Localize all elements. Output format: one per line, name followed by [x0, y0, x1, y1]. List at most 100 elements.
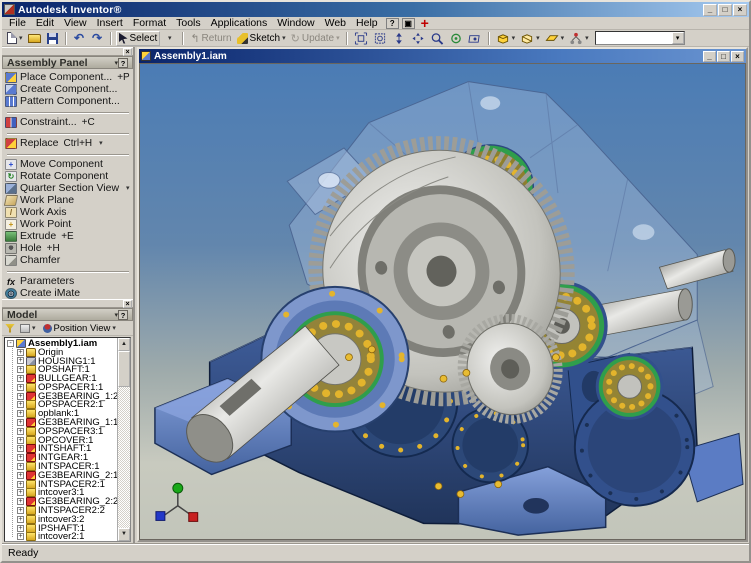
zoom-all-button[interactable]: [352, 31, 370, 46]
panel-item-dropdown-icon[interactable]: ▾: [126, 184, 130, 192]
tree-scrollbar[interactable]: ▲ ▼: [117, 338, 130, 541]
tree-expander-icon[interactable]: +: [17, 489, 24, 496]
assembly-panel-help-icon[interactable]: ?: [118, 58, 128, 68]
scrollbar-thumb[interactable]: [118, 351, 130, 387]
panel-item-extrude[interactable]: Extrude+E: [5, 230, 133, 242]
filter-icon[interactable]: [5, 324, 15, 333]
tree-expander-icon[interactable]: +: [17, 445, 24, 452]
menu-item-help[interactable]: Help: [351, 17, 383, 29]
position-view-button[interactable]: Position View▾: [41, 322, 118, 335]
tree-expander-icon[interactable]: +: [17, 516, 24, 523]
analysis-button[interactable]: ▾: [567, 31, 591, 46]
panel-item-quarter-section-view[interactable]: Quarter Section View▾: [5, 182, 133, 194]
close-button[interactable]: ×: [733, 4, 747, 16]
tree-expander-icon[interactable]: -: [7, 340, 14, 347]
panel-item-constraint[interactable]: Constraint...+C: [5, 116, 133, 128]
lower-right-bearing[interactable]: [596, 353, 664, 419]
doc-minimize-button[interactable]: _: [703, 51, 716, 62]
tree-expander-icon[interactable]: +: [17, 481, 24, 488]
collaboration-plus-icon[interactable]: +: [421, 18, 429, 29]
tree-expander-icon[interactable]: +: [17, 437, 24, 444]
return-button[interactable]: ↰Return: [188, 31, 233, 46]
window-panel-icon[interactable]: ▣: [402, 18, 415, 29]
select-button[interactable]: Select: [116, 31, 161, 46]
menu-item-web[interactable]: Web: [320, 17, 351, 29]
menu-item-applications[interactable]: Applications: [206, 17, 273, 29]
model-panel-close-icon[interactable]: ×: [123, 300, 132, 308]
panel-item-hole[interactable]: Hole+H: [5, 242, 133, 254]
tree-expander-icon[interactable]: +: [17, 463, 24, 470]
panel-item-dropdown-icon[interactable]: ▾: [99, 139, 103, 147]
tree-expander-icon[interactable]: +: [17, 525, 24, 532]
assembly-panel-close-icon[interactable]: ×: [123, 48, 132, 56]
panel-item-place-component[interactable]: Place Component...+P: [5, 71, 133, 83]
panel-item-create-imate[interactable]: ◎Create iMate: [5, 287, 133, 299]
browser-mode-button[interactable]: ▾: [18, 322, 38, 335]
tree-expander-icon[interactable]: +: [17, 533, 24, 540]
help-topics-icon[interactable]: ?: [386, 18, 399, 29]
scroll-up-icon[interactable]: ▲: [118, 338, 130, 351]
model-panel-grab-bar[interactable]: ×: [2, 299, 133, 308]
tree-expander-icon[interactable]: +: [17, 384, 24, 391]
maximize-button[interactable]: □: [718, 4, 732, 16]
redo-button[interactable]: ↷: [89, 31, 106, 46]
doc-close-button[interactable]: ×: [731, 51, 744, 62]
panel-item-work-axis[interactable]: /Work Axis: [5, 206, 133, 218]
tree-expander-icon[interactable]: +: [17, 375, 24, 382]
sketch-button[interactable]: Sketch▾: [235, 31, 288, 46]
menu-item-tools[interactable]: Tools: [171, 17, 206, 29]
look-at-button[interactable]: [466, 31, 484, 46]
rotate-view-button[interactable]: [447, 31, 465, 46]
panel-item-work-point[interactable]: +Work Point: [5, 218, 133, 230]
minimize-button[interactable]: _: [703, 4, 717, 16]
combo-dropdown-icon[interactable]: ▾: [672, 32, 684, 44]
shaded-display-button[interactable]: ▾: [494, 31, 518, 46]
panel-item-rotate-component[interactable]: ↻Rotate Component: [5, 170, 133, 182]
panel-item-create-component[interactable]: Create Component...: [5, 83, 133, 95]
menu-item-insert[interactable]: Insert: [92, 17, 128, 29]
3d-viewport[interactable]: [139, 63, 746, 540]
pan-button[interactable]: [409, 31, 427, 46]
panel-item-move-component[interactable]: +Move Component: [5, 158, 133, 170]
menu-item-window[interactable]: Window: [272, 17, 319, 29]
undo-button[interactable]: ↶: [71, 31, 88, 46]
tree-expander-icon[interactable]: +: [17, 498, 24, 505]
menu-item-view[interactable]: View: [59, 17, 92, 29]
open-file-button[interactable]: [26, 31, 43, 46]
menu-item-file[interactable]: File: [4, 17, 31, 29]
panel-item-work-plane[interactable]: Work Plane: [5, 194, 133, 206]
tree-expander-icon[interactable]: +: [17, 454, 24, 461]
update-button[interactable]: ↻Update▾: [289, 31, 342, 46]
tree-expander-icon[interactable]: +: [17, 349, 24, 356]
camera-view-button[interactable]: ▾: [543, 31, 567, 46]
assembly-panel-header[interactable]: Assembly Panel ▾ ?: [2, 56, 133, 69]
menu-item-format[interactable]: Format: [128, 17, 171, 29]
panel-item-replace[interactable]: ReplaceCtrl+H▾: [5, 137, 133, 149]
tree-expander-icon[interactable]: +: [17, 472, 24, 479]
tree-expander-icon[interactable]: +: [17, 419, 24, 426]
wireframe-display-button[interactable]: ▾: [518, 31, 542, 46]
select-dropdown[interactable]: ▾: [161, 31, 178, 46]
document-title-bar[interactable]: Assembly1.iam _ □ ×: [139, 49, 746, 63]
panel-item-parameters[interactable]: fxParameters: [5, 275, 133, 287]
tree-expander-icon[interactable]: +: [17, 507, 24, 514]
zoom-button[interactable]: [390, 31, 408, 46]
assembly-panel-grab-bar[interactable]: ×: [2, 47, 133, 56]
parameter-combo[interactable]: ▾: [595, 31, 685, 45]
tree-expander-icon[interactable]: +: [17, 401, 24, 408]
tree-expander-icon[interactable]: +: [17, 410, 24, 417]
model-panel-header[interactable]: Model ▾ ?: [2, 308, 133, 321]
tree-expander-icon[interactable]: +: [17, 366, 24, 373]
panel-item-chamfer[interactable]: Chamfer: [5, 254, 133, 266]
tree-expander-icon[interactable]: +: [17, 428, 24, 435]
new-file-button[interactable]: ▾: [5, 31, 25, 46]
zoom-selected-button[interactable]: [428, 31, 446, 46]
tree-expander-icon[interactable]: +: [17, 393, 24, 400]
gearbox-scene[interactable]: [140, 64, 745, 539]
scroll-down-icon[interactable]: ▼: [118, 528, 130, 541]
tree-expander-icon[interactable]: +: [17, 357, 24, 364]
tree-item-label[interactable]: intcover1:1: [38, 540, 84, 541]
zoom-window-button[interactable]: [371, 31, 389, 46]
model-panel-help-icon[interactable]: ?: [118, 310, 128, 320]
menu-item-edit[interactable]: Edit: [31, 17, 59, 29]
